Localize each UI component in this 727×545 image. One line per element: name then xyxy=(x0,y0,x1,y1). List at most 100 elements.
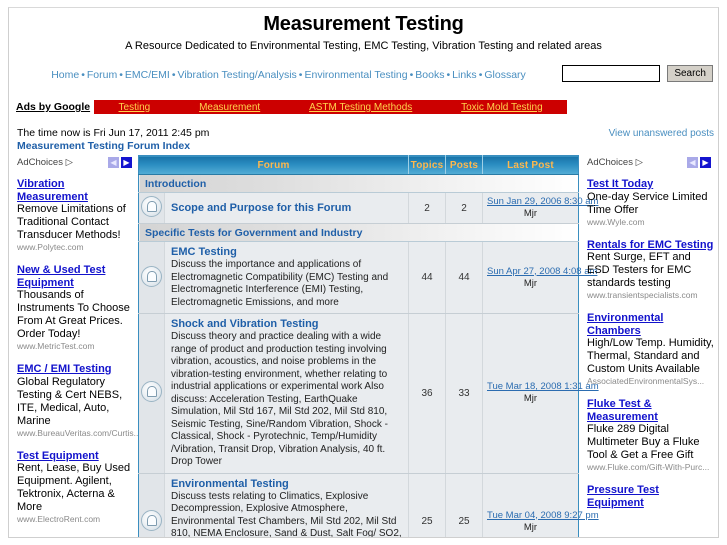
forum-table-column: Forum Topics Posts Last Post Introductio… xyxy=(136,155,599,538)
last-post-author: Mjr xyxy=(523,208,538,219)
adchoices-bar-left: AdChoices ▷ ◀ ▶ xyxy=(17,155,136,169)
body-columns: AdChoices ▷ ◀ ▶ Vibration Measurement Re… xyxy=(9,155,718,538)
forum-link[interactable]: Shock and Vibration Testing xyxy=(171,318,402,330)
column-header-posts[interactable]: Posts xyxy=(445,155,483,175)
chevron-right-icon[interactable]: ▶ xyxy=(121,156,132,168)
list-item: Rentals for EMC Testing Rent Surge, EFT … xyxy=(587,239,715,302)
nav-item-emc-emi[interactable]: EMC/EMI xyxy=(125,69,170,81)
list-item: Vibration Measurement Remove Limitations… xyxy=(17,178,136,253)
last-post-cell: Sun Apr 27, 2008 4:08 am Mjr xyxy=(482,241,597,314)
breadcrumb[interactable]: Measurement Testing Forum Index xyxy=(17,140,190,152)
page-frame: Measurement Testing A Resource Dedicated… xyxy=(8,7,719,538)
ad-display-url: www.Fluke.com/Gift-With-Purc... xyxy=(587,462,710,472)
nav-item-environmental-testing[interactable]: Environmental Testing xyxy=(304,69,407,81)
nav-item-forum[interactable]: Forum xyxy=(87,69,117,81)
adchoices-bar-right: AdChoices ▷ ◀ ▶ xyxy=(587,155,715,169)
forum-link[interactable]: EMC Testing xyxy=(171,246,402,258)
adchoices-text: AdChoices xyxy=(587,156,633,168)
last-post-cell: Tue Mar 04, 2008 9:27 pm Mjr xyxy=(482,473,599,537)
ad-body-text: Global Regulatory Testing & Cert NEBS, I… xyxy=(17,375,123,427)
ad-title-link[interactable]: EMC / EMI Testing xyxy=(17,363,136,376)
ad-body-text: Fluke 289 Digital Multimeter Buy a Fluke… xyxy=(587,423,700,461)
last-post-date-link[interactable]: Sun Apr 27, 2008 4:08 am xyxy=(487,266,597,277)
ad-body-text: Rent Surge, EFT and ESD Testers for EMC … xyxy=(587,251,692,289)
list-item: Environmental Chambers High/Low Temp. Hu… xyxy=(587,312,715,387)
ad-display-url: www.ElectroRent.com xyxy=(17,514,101,524)
ad-title-link[interactable]: New & Used Test Equipment xyxy=(17,264,136,289)
table-header-row: Forum Topics Posts Last Post xyxy=(138,155,579,175)
nav-separator: • xyxy=(119,69,123,81)
nav-item-links[interactable]: Links xyxy=(452,69,477,81)
chevron-right-icon[interactable]: ▶ xyxy=(700,156,711,168)
adchoices-label[interactable]: AdChoices ▷ xyxy=(587,157,643,168)
table-row: Scope and Purpose for this Forum 2 2 Sun… xyxy=(138,192,598,224)
table-row: Shock and Vibration Testing Discuss theo… xyxy=(138,313,599,474)
ad-body-text: One-day Service Limited Time Offer xyxy=(587,190,708,216)
ad-title-link[interactable]: Rentals for EMC Testing xyxy=(587,239,715,252)
ad-title-link[interactable]: Accelerometers xyxy=(17,536,136,537)
category-row: Introduction xyxy=(138,174,579,193)
ad-link-measurement[interactable]: Measurement xyxy=(175,102,285,113)
nav-item-books[interactable]: Books xyxy=(415,69,444,81)
nav-item-glossary[interactable]: Glossary xyxy=(484,69,525,81)
adchoices-arrows: ◀ ▶ xyxy=(687,156,711,168)
ad-display-url: www.transientspecialists.com xyxy=(587,290,698,300)
forum-description: Discuss tests relating to Climatics, Exp… xyxy=(171,490,402,538)
forum-icon-cell xyxy=(138,313,165,474)
ad-display-url: AssociatedEnvironmentalSys... xyxy=(587,376,705,386)
ad-link-testing[interactable]: Testing xyxy=(94,102,175,113)
last-post-cell: Sun Jan 29, 2006 8:30 am Mjr xyxy=(482,192,598,224)
search-input[interactable] xyxy=(562,65,661,82)
search-button[interactable]: Search xyxy=(667,65,713,82)
adchoices-text: AdChoices xyxy=(17,156,63,168)
ads-by-google-label: Ads by Google xyxy=(16,101,91,113)
column-header-last-post[interactable]: Last Post xyxy=(482,155,579,175)
ad-title-link[interactable]: Test It Today xyxy=(587,178,715,191)
category-title-link[interactable]: Introduction xyxy=(145,178,206,190)
primary-nav: Home • Forum • EMC/EMI • Vibration Testing/Ana… xyxy=(9,65,718,90)
ad-title-link[interactable]: Environmental Chambers xyxy=(587,312,715,337)
topics-count: 36 xyxy=(408,313,446,474)
list-item: Fluke Test & Measurement Fluke 289 Digit… xyxy=(587,398,715,473)
forum-name-cell: Environmental Testing Discuss tests rela… xyxy=(164,473,409,538)
nav-item-vibration-testing-analysis[interactable]: Vibration Testing/Analysis xyxy=(178,69,297,81)
forum-link[interactable]: Environmental Testing xyxy=(171,478,402,490)
right-ad-column: AdChoices ▷ ◀ ▶ Test It Today One-day Se… xyxy=(582,155,715,537)
last-post-author: Mjr xyxy=(523,521,538,533)
google-ads-bar: Testing Measurement ASTM Testing Methods… xyxy=(94,100,568,114)
table-row: EMC Testing Discuss the importance and a… xyxy=(138,241,597,314)
posts-count: 2 xyxy=(445,192,483,224)
category-title-link[interactable]: Specific Tests for Government and Indust… xyxy=(145,227,362,239)
ad-link-toxic-mold-testing[interactable]: Toxic Mold Testing xyxy=(437,102,567,113)
ad-body-text: Rent, Lease, Buy Used Equipment. Agilent… xyxy=(17,462,131,513)
adchoices-arrows: ◀ ▶ xyxy=(108,156,132,168)
ad-title-link[interactable]: Fluke Test & Measurement xyxy=(587,398,715,423)
ad-title-link[interactable]: Test Equipment xyxy=(17,450,136,463)
ad-link-astm-testing-methods[interactable]: ASTM Testing Methods xyxy=(285,102,437,113)
forum-link[interactable]: Scope and Purpose for this Forum xyxy=(171,202,402,214)
adchoices-label[interactable]: AdChoices ▷ xyxy=(17,157,73,168)
list-item: EMC / EMI Testing Global Regulatory Test… xyxy=(17,363,141,439)
ad-body-text: Thousands of Instruments To Choose From … xyxy=(17,289,130,340)
ad-title-link[interactable]: Vibration Measurement xyxy=(17,178,136,203)
column-header-topics[interactable]: Topics xyxy=(408,155,446,175)
category-row: Specific Tests for Government and Indust… xyxy=(138,223,579,242)
forum-description: Discuss the importance and applications … xyxy=(171,259,389,308)
nav-item-home[interactable]: Home xyxy=(51,69,79,81)
chevron-left-icon[interactable]: ◀ xyxy=(687,156,698,168)
ad-display-url: www.MetricTest.com xyxy=(17,341,95,351)
view-unanswered-posts-link[interactable]: View unanswered posts xyxy=(609,128,714,139)
list-item: New & Used Test Equipment Thousands of I… xyxy=(17,264,136,352)
ad-body-text: Remove Limitations of Traditional Contac… xyxy=(17,203,126,241)
forum-name-cell: Scope and Purpose for this Forum xyxy=(164,192,409,224)
chevron-left-icon[interactable]: ◀ xyxy=(108,156,119,168)
ad-display-url: www.Wyle.com xyxy=(587,216,645,227)
column-header-forum[interactable]: Forum xyxy=(138,155,409,175)
ad-title-link[interactable]: Pressure Test Equipment xyxy=(587,484,715,509)
ad-body-text: High/Low Temp. Humidity, Thermal, Standa… xyxy=(587,337,714,375)
search-area: Search xyxy=(562,65,713,82)
posts-count: 44 xyxy=(445,241,483,314)
topics-count: 2 xyxy=(408,192,446,224)
forum-folder-icon xyxy=(141,196,162,217)
site-header: Measurement Testing A Resource Dedicated… xyxy=(9,8,718,52)
